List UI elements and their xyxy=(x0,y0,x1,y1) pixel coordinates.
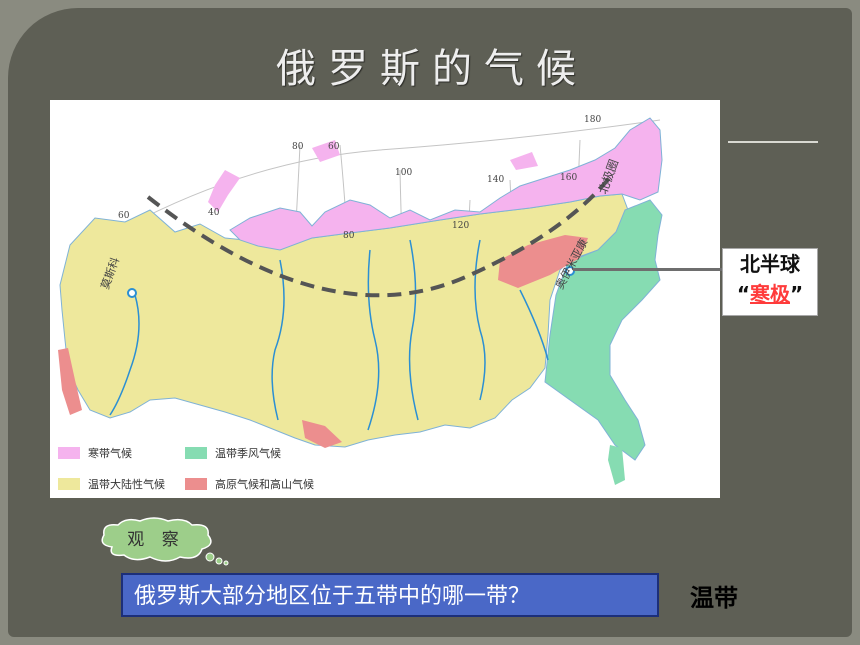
lat-label-80: 80 xyxy=(292,142,304,152)
legend-label-highland: 高原气候和高山气候 xyxy=(215,477,314,491)
lon-label-160: 160 xyxy=(560,173,577,183)
lon-label-60: 60 xyxy=(118,211,130,221)
question-box: 俄罗斯大部分地区位于五带中的哪一带？ xyxy=(121,573,659,617)
callout-line1: 北半球 xyxy=(740,252,800,276)
lon-label-100: 100 xyxy=(395,168,412,178)
map-canvas: 40 60 80 100 120 140 160 180 80 60 北极圈 莫… xyxy=(58,115,663,491)
lon-label-40: 40 xyxy=(208,208,220,218)
legend-label-polar: 寒带气候 xyxy=(88,446,132,460)
legend-swatch-polar xyxy=(58,447,80,459)
climate-map: 40 60 80 100 120 140 160 180 80 60 北极圈 莫… xyxy=(50,100,720,498)
lon-label-120: 120 xyxy=(452,221,469,231)
legend-label-monsoon: 温带季风气候 xyxy=(215,446,281,460)
lon-label-80: 80 xyxy=(343,231,355,241)
island-novaya-zemlya xyxy=(208,170,240,212)
title-rule xyxy=(728,141,818,143)
island-new-siberian xyxy=(510,152,538,170)
observe-bubble: 观 察 xyxy=(98,517,238,567)
observe-label: 观 察 xyxy=(127,530,185,550)
callout-quote-open: “ xyxy=(736,282,750,306)
callout-pointer xyxy=(573,268,723,271)
callout-highlight: 寒极 xyxy=(750,282,790,306)
answer-text: 温带 xyxy=(690,584,738,612)
lon-label-180: 180 xyxy=(584,115,601,125)
legend-swatch-monsoon xyxy=(185,447,207,459)
legend-swatch-continental xyxy=(58,478,80,490)
slide-title: 俄罗斯的气候 xyxy=(276,46,588,92)
legend-swatch-highland xyxy=(185,478,207,490)
city-moscow-marker xyxy=(127,288,137,298)
legend-label-continental: 温带大陆性气候 xyxy=(88,477,165,491)
cold-pole-callout: 北半球 “寒极” xyxy=(722,248,818,316)
map-legend: 寒带气候 温带季风气候 温带大陆性气候 高原气候和高山气候 xyxy=(58,446,314,491)
lat-label-60: 60 xyxy=(328,142,340,152)
lon-label-140: 140 xyxy=(487,175,504,185)
callout-line2: “寒极” xyxy=(723,279,817,309)
callout-quote-close: ” xyxy=(790,282,804,306)
